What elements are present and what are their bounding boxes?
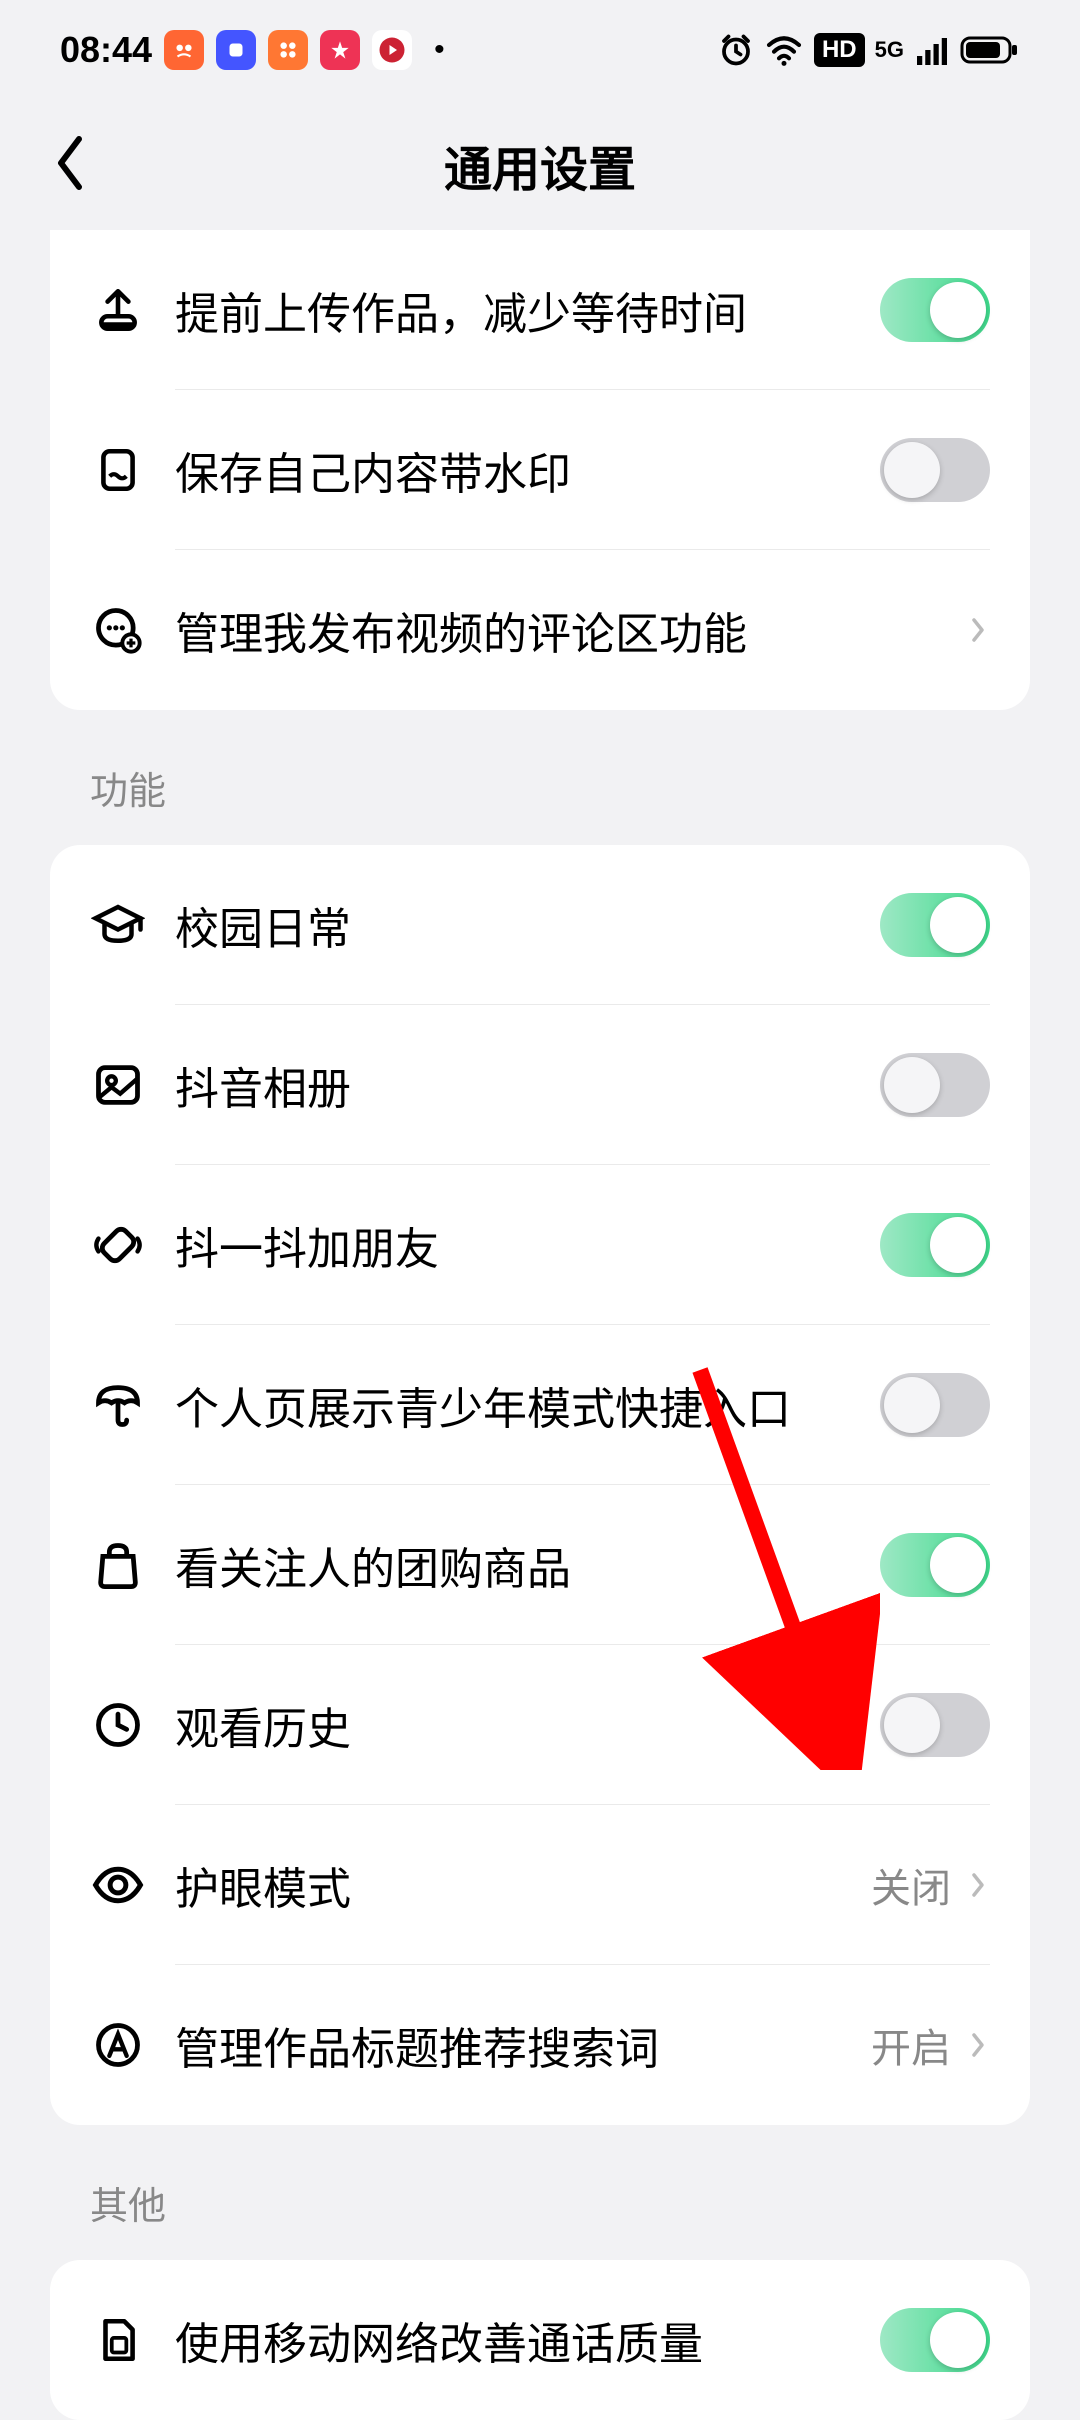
- upload-icon: [90, 285, 145, 335]
- row-shake-friends[interactable]: 抖一抖加朋友: [50, 1165, 1030, 1325]
- graduation-cap-icon: [90, 898, 145, 952]
- toggle-watermark[interactable]: [880, 438, 990, 502]
- shake-icon: [90, 1219, 145, 1271]
- toggle-campus-daily[interactable]: [880, 893, 990, 957]
- chevron-right-icon: [966, 1865, 990, 1905]
- row-label: 校园日常: [175, 893, 351, 957]
- header: 通用设置: [0, 100, 1080, 230]
- app-icon-4: [320, 30, 360, 70]
- toggle-youth-mode[interactable]: [880, 1373, 990, 1437]
- network-5g: 5G: [875, 41, 904, 59]
- chevron-right-icon: [966, 610, 990, 650]
- toggle-group-buy[interactable]: [880, 1533, 990, 1597]
- comment-settings-icon: [90, 604, 145, 656]
- toggle-upload-early[interactable]: [880, 278, 990, 342]
- row-label: 护眼模式: [175, 1853, 351, 1917]
- battery-icon: [960, 34, 1020, 66]
- row-label: 使用移动网络改善通话质量: [175, 2308, 703, 2372]
- sim-card-icon: [90, 2315, 145, 2365]
- status-time: 08:44: [60, 29, 152, 71]
- row-label: 管理我发布视频的评论区功能: [175, 598, 747, 662]
- row-douyin-album[interactable]: 抖音相册: [50, 1005, 1030, 1165]
- row-eye-mode[interactable]: 护眼模式 关闭: [50, 1805, 1030, 1965]
- row-title-keywords[interactable]: 管理作品标题推荐搜索词 开启: [50, 1965, 1030, 2125]
- row-label: 抖音相册: [175, 1053, 351, 1117]
- eye-icon: [90, 1858, 145, 1912]
- section-header-other: 其他: [0, 2125, 1080, 2260]
- settings-card-main: 提前上传作品，减少等待时间 保存自己内容带水印 管理我发布视频的评论区功能: [50, 230, 1030, 710]
- status-bar: 08:44 • HD 5G: [0, 0, 1080, 100]
- alarm-icon: [718, 32, 754, 68]
- section-header-features: 功能: [0, 710, 1080, 845]
- row-youth-mode[interactable]: 个人页展示青少年模式快捷入口: [50, 1325, 1030, 1485]
- value-text: 关闭: [871, 1856, 951, 1914]
- status-left: 08:44 •: [60, 29, 445, 71]
- app-icon-1: [164, 30, 204, 70]
- row-watermark[interactable]: 保存自己内容带水印: [50, 390, 1030, 550]
- row-upload-early[interactable]: 提前上传作品，减少等待时间: [50, 230, 1030, 390]
- row-mobile-call[interactable]: 使用移动网络改善通话质量: [50, 2260, 1030, 2420]
- app-icon-5: [372, 30, 412, 70]
- app-icon-2: [216, 30, 256, 70]
- row-watch-history[interactable]: 观看历史: [50, 1645, 1030, 1805]
- settings-card-other: 使用移动网络改善通话质量: [50, 2260, 1030, 2420]
- row-campus-daily[interactable]: 校园日常: [50, 845, 1030, 1005]
- settings-card-features: 校园日常 抖音相册 抖一抖加朋友 个人页展示青少年模式快捷入口: [50, 845, 1030, 2125]
- row-label: 观看历史: [175, 1693, 351, 1757]
- app-icon-3: [268, 30, 308, 70]
- row-group-buy[interactable]: 看关注人的团购商品: [50, 1485, 1030, 1645]
- toggle-douyin-album[interactable]: [880, 1053, 990, 1117]
- chevron-left-icon: [50, 133, 90, 193]
- wifi-icon: [764, 30, 804, 70]
- toggle-watch-history[interactable]: [880, 1693, 990, 1757]
- row-label: 保存自己内容带水印: [175, 438, 571, 502]
- row-label: 提前上传作品，减少等待时间: [175, 278, 747, 342]
- image-icon: [90, 1059, 145, 1111]
- clock-icon: [90, 1699, 145, 1751]
- value-text: 开启: [871, 2016, 951, 2074]
- chevron-right-icon: [966, 2025, 990, 2065]
- shopping-bag-icon: [90, 1539, 145, 1591]
- image-file-icon: [90, 445, 145, 495]
- row-label: 看关注人的团购商品: [175, 1533, 571, 1597]
- signal-icon: [914, 32, 950, 68]
- toggle-shake-friends[interactable]: [880, 1213, 990, 1277]
- umbrella-icon: [90, 1379, 145, 1431]
- row-label: 个人页展示青少年模式快捷入口: [175, 1373, 791, 1437]
- hd-badge: HD: [814, 33, 865, 67]
- row-manage-comments[interactable]: 管理我发布视频的评论区功能: [50, 550, 1030, 710]
- letter-a-icon: [90, 2019, 145, 2071]
- toggle-mobile-call[interactable]: [880, 2308, 990, 2372]
- row-label: 管理作品标题推荐搜索词: [175, 2013, 659, 2077]
- notification-dot: •: [434, 33, 445, 67]
- back-button[interactable]: [50, 133, 90, 198]
- row-label: 抖一抖加朋友: [175, 1213, 439, 1277]
- page-title: 通用设置: [30, 130, 1050, 200]
- status-right: HD 5G: [718, 30, 1020, 70]
